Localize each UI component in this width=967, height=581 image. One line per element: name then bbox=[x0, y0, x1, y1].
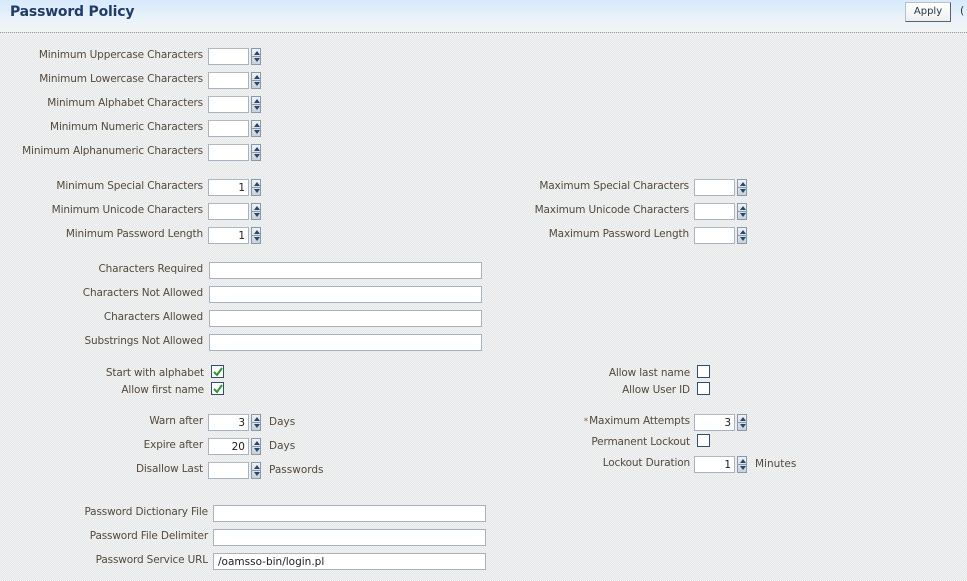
min-alphanumeric-input[interactable] bbox=[208, 144, 249, 161]
min-alphanumeric-label: Minimum Alphanumeric Characters bbox=[22, 145, 203, 157]
warn-after-label: Warn after bbox=[149, 415, 203, 427]
max-special-label: Maximum Special Characters bbox=[539, 180, 689, 192]
min-alphabet-input[interactable] bbox=[208, 96, 249, 113]
chars-not-allowed-label: Characters Not Allowed bbox=[82, 287, 203, 299]
disallow-last-label: Disallow Last bbox=[135, 463, 203, 475]
disallow-last-spinner[interactable] bbox=[251, 462, 261, 479]
chars-allowed-input[interactable] bbox=[209, 310, 482, 327]
required-indicator: * bbox=[583, 417, 589, 427]
max-length-input[interactable] bbox=[694, 227, 735, 244]
min-length-input[interactable]: 1 bbox=[208, 227, 249, 244]
min-special-input[interactable]: 1 bbox=[208, 179, 249, 196]
warn-after-unit: Days bbox=[269, 416, 296, 428]
substrings-not-allowed-label: Substrings Not Allowed bbox=[84, 335, 203, 347]
min-lowercase-input[interactable] bbox=[208, 72, 249, 89]
lockout-duration-spinner[interactable] bbox=[737, 456, 747, 473]
expire-after-label: Expire after bbox=[143, 439, 204, 451]
apply-button[interactable]: Apply bbox=[905, 2, 951, 22]
min-uppercase-spinner[interactable] bbox=[251, 48, 261, 65]
min-length-label: Minimum Password Length bbox=[65, 228, 203, 240]
dictionary-file-label: Password Dictionary File bbox=[84, 506, 208, 518]
substrings-not-allowed-input[interactable] bbox=[209, 334, 482, 351]
min-lowercase-spinner[interactable] bbox=[251, 72, 261, 89]
min-numeric-label: Minimum Numeric Characters bbox=[50, 121, 203, 133]
truncated-button-edge[interactable]: ( bbox=[960, 4, 964, 17]
allow-first-name-label: Allow first name bbox=[121, 384, 204, 396]
allow-user-id-checkbox[interactable] bbox=[697, 382, 710, 395]
max-length-label: Maximum Password Length bbox=[548, 228, 689, 240]
max-unicode-spinner[interactable] bbox=[737, 203, 747, 220]
max-unicode-input[interactable] bbox=[694, 203, 735, 220]
max-special-spinner[interactable] bbox=[737, 179, 747, 196]
max-attempts-label-text: Maximum Attempts bbox=[589, 415, 690, 427]
warn-after-spinner[interactable] bbox=[251, 414, 261, 431]
min-uppercase-label: Minimum Uppercase Characters bbox=[38, 49, 203, 61]
file-delimiter-label: Password File Delimiter bbox=[89, 530, 208, 542]
disallow-last-unit: Passwords bbox=[269, 464, 324, 476]
permanent-lockout-label: Permanent Lockout bbox=[591, 436, 690, 448]
checkmark-icon bbox=[213, 384, 223, 394]
min-numeric-input[interactable] bbox=[208, 120, 249, 137]
max-attempts-label: *Maximum Attempts bbox=[584, 415, 690, 427]
max-attempts-input[interactable]: 3 bbox=[694, 414, 735, 431]
page-header bbox=[0, 0, 967, 32]
min-unicode-spinner[interactable] bbox=[251, 203, 261, 220]
min-special-label: Minimum Special Characters bbox=[56, 180, 203, 192]
chars-allowed-label: Characters Allowed bbox=[103, 311, 203, 323]
dictionary-file-input[interactable] bbox=[213, 505, 486, 522]
expire-after-spinner[interactable] bbox=[251, 438, 261, 455]
chars-not-allowed-input[interactable] bbox=[209, 286, 482, 303]
page-title: Password Policy bbox=[10, 4, 135, 20]
chars-required-input[interactable] bbox=[209, 262, 482, 279]
expire-after-unit: Days bbox=[269, 440, 296, 452]
warn-after-input[interactable]: 3 bbox=[208, 414, 249, 431]
expire-after-input[interactable]: 20 bbox=[208, 438, 249, 455]
min-unicode-label: Minimum Unicode Characters bbox=[51, 204, 203, 216]
service-url-input[interactable]: /oamsso-bin/login.pl bbox=[213, 553, 486, 570]
allow-user-id-label: Allow User ID bbox=[622, 384, 690, 396]
min-uppercase-input[interactable] bbox=[208, 48, 249, 65]
min-alphabet-label: Minimum Alphabet Characters bbox=[47, 97, 203, 109]
header-divider bbox=[0, 32, 967, 33]
allow-last-name-checkbox[interactable] bbox=[697, 365, 710, 378]
disallow-last-input[interactable] bbox=[208, 462, 249, 479]
service-url-label: Password Service URL bbox=[95, 554, 209, 566]
min-numeric-spinner[interactable] bbox=[251, 120, 261, 137]
file-delimiter-input[interactable] bbox=[213, 529, 486, 546]
lockout-duration-input[interactable]: 1 bbox=[694, 456, 735, 473]
lockout-duration-unit: Minutes bbox=[755, 458, 797, 470]
permanent-lockout-checkbox[interactable] bbox=[697, 434, 710, 447]
checkmark-icon bbox=[213, 367, 223, 377]
allow-last-name-label: Allow last name bbox=[608, 367, 690, 379]
allow-first-name-checkbox[interactable] bbox=[211, 382, 224, 395]
min-alphabet-spinner[interactable] bbox=[251, 96, 261, 113]
min-lowercase-label: Minimum Lowercase Characters bbox=[39, 73, 203, 85]
max-attempts-spinner[interactable] bbox=[737, 414, 747, 431]
min-special-spinner[interactable] bbox=[251, 179, 261, 196]
min-alphanumeric-spinner[interactable] bbox=[251, 144, 261, 161]
start-with-alphabet-checkbox[interactable] bbox=[211, 365, 224, 378]
max-special-input[interactable] bbox=[694, 179, 735, 196]
chars-required-label: Characters Required bbox=[98, 263, 203, 275]
min-unicode-input[interactable] bbox=[208, 203, 249, 220]
lockout-duration-label: Lockout Duration bbox=[602, 457, 690, 469]
max-length-spinner[interactable] bbox=[737, 227, 747, 244]
start-with-alphabet-label: Start with alphabet bbox=[105, 367, 204, 379]
max-unicode-label: Maximum Unicode Characters bbox=[534, 204, 690, 216]
min-length-spinner[interactable] bbox=[251, 227, 261, 244]
